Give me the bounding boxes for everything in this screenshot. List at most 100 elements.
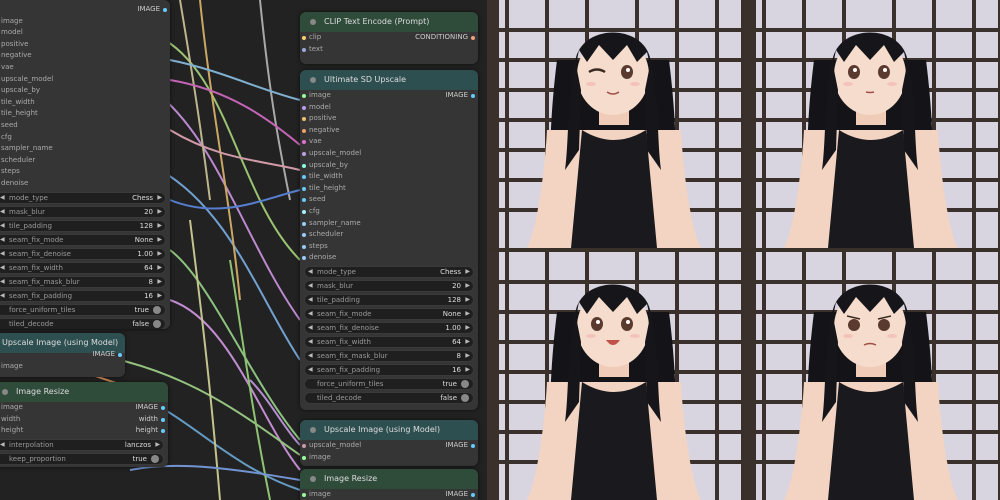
input-row[interactable]: steps [300, 241, 478, 253]
preview-image-neutral[interactable] [744, 0, 998, 248]
input-socket[interactable] [302, 493, 306, 497]
decrement-arrow-icon[interactable]: ◀ [308, 267, 313, 277]
increment-arrow-icon[interactable]: ▶ [157, 221, 162, 231]
increment-arrow-icon[interactable]: ▶ [157, 249, 162, 259]
increment-arrow-icon[interactable]: ▶ [465, 365, 470, 375]
input-socket[interactable] [302, 36, 306, 40]
toggle-tiled-decode[interactable]: tiled_decode false [304, 391, 474, 404]
input-row[interactable]: tile_height [0, 108, 170, 120]
input-row[interactable]: upscale_by [300, 160, 478, 172]
decrement-arrow-icon[interactable]: ◀ [0, 249, 5, 259]
decrement-arrow-icon[interactable]: ◀ [308, 281, 313, 291]
input-socket[interactable] [302, 244, 306, 249]
input-socket[interactable] [302, 198, 306, 203]
node-header[interactable]: Image Resize [300, 469, 478, 489]
increment-arrow-icon[interactable]: ▶ [155, 440, 160, 450]
increment-arrow-icon[interactable]: ▶ [157, 263, 162, 273]
decrement-arrow-icon[interactable]: ◀ [0, 221, 5, 231]
ultimate-sd-upscale-node[interactable]: Ultimate SD Upscale image IMAGE model posi… [300, 70, 478, 410]
preview-image-frown[interactable] [744, 252, 998, 500]
input-socket[interactable] [302, 128, 306, 133]
output-socket[interactable] [161, 417, 165, 422]
decrement-arrow-icon[interactable]: ◀ [308, 295, 313, 305]
node-canvas[interactable]: IMAGE image model positive negative vae upsca… [0, 0, 487, 500]
input-row[interactable]: model [300, 102, 478, 114]
input-row[interactable]: upscale_by [0, 85, 170, 97]
input-row[interactable]: seed [300, 194, 478, 206]
input-socket[interactable] [302, 209, 306, 214]
decrement-arrow-icon[interactable]: ◀ [308, 309, 313, 319]
toggle-knob[interactable] [461, 379, 469, 388]
decrement-arrow-icon[interactable]: ◀ [0, 193, 5, 203]
widget-seam-fix-mode[interactable]: ◀ seam_fix_mode None ▶ [304, 307, 474, 320]
input-row[interactable]: width width [0, 414, 168, 426]
input-row[interactable]: upscale_model [300, 148, 478, 160]
increment-arrow-icon[interactable]: ▶ [465, 267, 470, 277]
widget-seam-fix-mask-blur[interactable]: ◀ seam_fix_mask_blur 8 ▶ [0, 275, 166, 288]
input-row[interactable]: model [0, 27, 170, 39]
toggle-force-uniform-tiles[interactable]: force_uniform_tiles true [0, 303, 166, 316]
clip-text-encode-node[interactable]: CLIP Text Encode (Prompt) clip CONDITIONI… [300, 12, 478, 64]
input-row[interactable]: vae [0, 62, 170, 74]
input-socket[interactable] [302, 444, 306, 448]
input-socket[interactable] [302, 105, 306, 110]
increment-arrow-icon[interactable]: ▶ [157, 291, 162, 301]
increment-arrow-icon[interactable]: ▶ [157, 277, 162, 287]
input-row[interactable]: upscale_model IMAGE [300, 440, 478, 452]
input-row[interactable]: tile_height [300, 183, 478, 195]
increment-arrow-icon[interactable]: ▶ [465, 337, 470, 347]
decrement-arrow-icon[interactable]: ◀ [308, 365, 313, 375]
input-socket[interactable] [302, 233, 306, 238]
decrement-arrow-icon[interactable]: ◀ [308, 351, 313, 361]
preview-image-smile[interactable] [487, 252, 741, 500]
toggle-knob[interactable] [153, 319, 161, 328]
widget-mask-blur[interactable]: ◀ mask_blur 20 ▶ [304, 279, 474, 292]
input-row[interactable]: denoise [300, 252, 478, 264]
widget-seam-fix-padding[interactable]: ◀ seam_fix_padding 16 ▶ [304, 363, 474, 376]
toggle-knob[interactable] [461, 393, 469, 402]
input-socket[interactable] [302, 256, 306, 261]
widget-seam-fix-width[interactable]: ◀ seam_fix_width 64 ▶ [304, 335, 474, 348]
output-socket[interactable] [161, 429, 165, 434]
keep-proportion-toggle[interactable]: keep_proportion true [0, 452, 164, 465]
collapse-dot-icon[interactable] [310, 77, 316, 83]
node-header[interactable]: CLIP Text Encode (Prompt) [300, 12, 478, 32]
widget-tile-padding[interactable]: ◀ tile_padding 128 ▶ [0, 219, 166, 232]
input-row[interactable]: text [300, 44, 478, 56]
input-row[interactable]: denoise [0, 178, 170, 190]
toggle-tiled-decode[interactable]: tiled_decode false [0, 317, 166, 329]
image-preview-grid[interactable] [487, 0, 1000, 500]
left-sd-upscale-node[interactable]: IMAGE image model positive negative vae upsca… [0, 0, 170, 329]
output-socket[interactable] [163, 8, 167, 12]
input-socket[interactable] [302, 186, 306, 191]
collapse-dot-icon[interactable] [310, 19, 316, 25]
input-socket[interactable] [302, 140, 306, 145]
input-row[interactable]: clip CONDITIONING [300, 32, 478, 44]
output-socket[interactable] [471, 493, 475, 497]
left-image-resize-node[interactable]: Image Resize image IMAGE width width height h… [0, 382, 168, 467]
input-row[interactable]: sampler_name [300, 218, 478, 230]
output-socket[interactable] [471, 36, 475, 40]
preview-image-wink[interactable] [487, 0, 741, 248]
interpolation-combo[interactable]: ◀ interpolation lanczos ▶ [0, 438, 164, 451]
input-row[interactable]: sampler_name [0, 143, 170, 155]
widget-seam-fix-width[interactable]: ◀ seam_fix_width 64 ▶ [0, 261, 166, 274]
decrement-arrow-icon[interactable]: ◀ [308, 323, 313, 333]
toggle-force-uniform-tiles[interactable]: force_uniform_tiles true [304, 377, 474, 390]
output-socket[interactable] [471, 444, 475, 448]
increment-arrow-icon[interactable]: ▶ [465, 295, 470, 305]
decrement-arrow-icon[interactable]: ◀ [308, 337, 313, 347]
input-socket[interactable] [302, 221, 306, 226]
widget-mode-type[interactable]: ◀ mode_type Chess ▶ [0, 191, 166, 204]
node-header[interactable]: Image Resize [0, 382, 168, 402]
output-row[interactable]: IMAGE [0, 4, 170, 16]
widget-seam-fix-denoise[interactable]: ◀ seam_fix_denoise 1.00 ▶ [304, 321, 474, 334]
widget-tile-padding[interactable]: ◀ tile_padding 128 ▶ [304, 293, 474, 306]
widget-seam-fix-padding[interactable]: ◀ seam_fix_padding 16 ▶ [0, 289, 166, 302]
input-row[interactable]: image [300, 452, 478, 464]
toggle-knob[interactable] [153, 305, 161, 314]
toggle-knob[interactable] [151, 454, 159, 463]
increment-arrow-icon[interactable]: ▶ [157, 193, 162, 203]
input-row[interactable]: upscale_model [0, 74, 170, 86]
output-socket[interactable] [161, 406, 165, 410]
